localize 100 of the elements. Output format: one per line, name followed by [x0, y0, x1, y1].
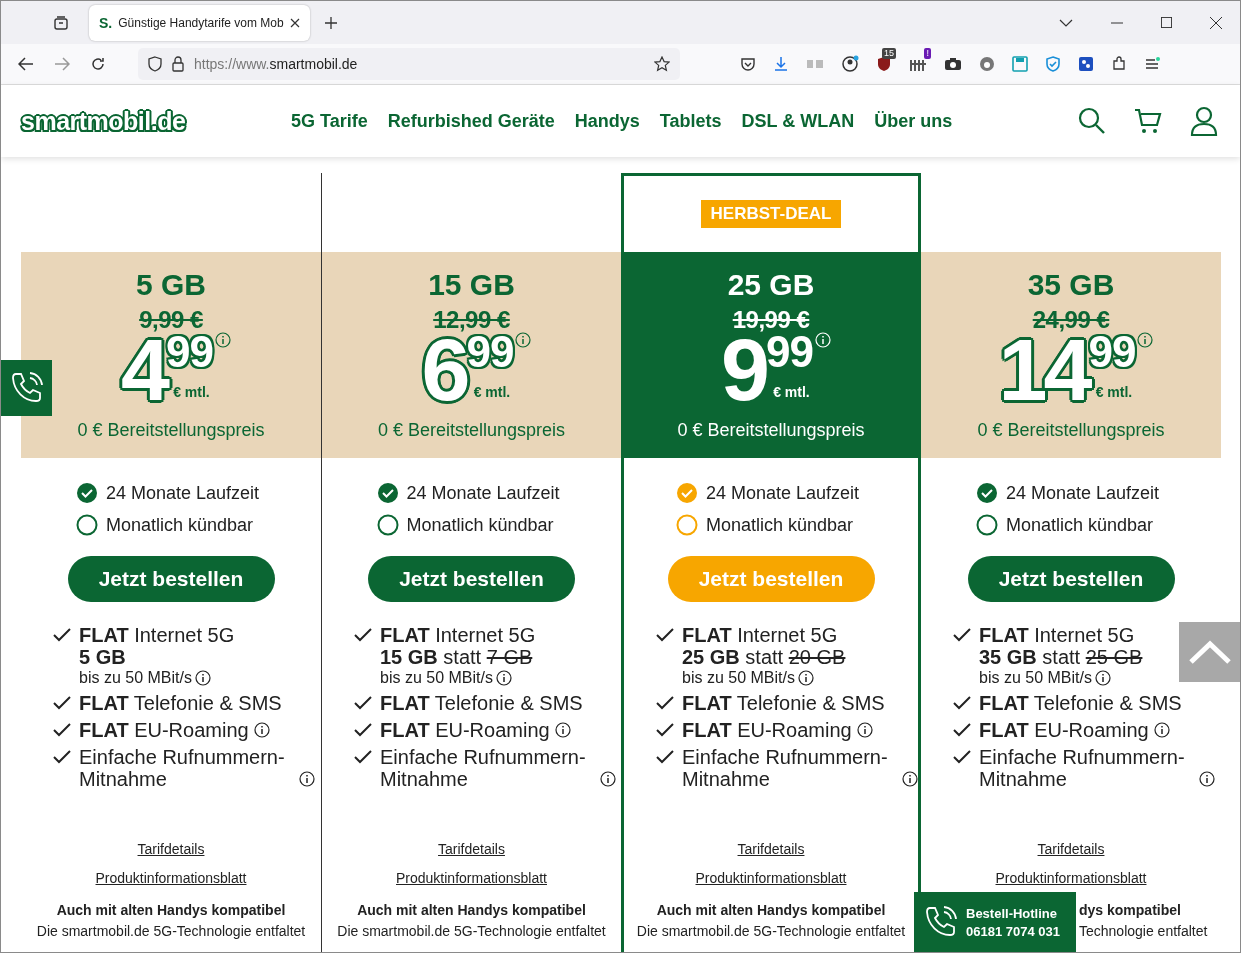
feature-text: FLAT EU-Roaming [682, 719, 852, 741]
order-button[interactable]: Jetzt bestellen [368, 556, 575, 602]
speed-text: bis zu 50 MBit/s [979, 669, 1092, 687]
download-icon[interactable] [773, 56, 789, 72]
info-icon[interactable] [299, 771, 315, 787]
user-icon[interactable] [1190, 106, 1218, 136]
document-link[interactable]: Tarifdetails [737, 841, 805, 857]
order-button[interactable]: Jetzt bestellen [67, 556, 275, 602]
forward-icon[interactable] [54, 57, 70, 71]
reload-icon[interactable] [90, 56, 106, 72]
site-logo[interactable]: smartmobil.de [21, 106, 291, 136]
nav-link[interactable]: Refurbished Geräte [387, 110, 555, 132]
document-link[interactable]: Tarifdetails [1037, 841, 1105, 857]
chevron-down-icon[interactable] [1059, 18, 1073, 27]
radio-button[interactable] [376, 482, 399, 504]
radio-button[interactable] [676, 514, 698, 536]
radio-button[interactable] [676, 482, 698, 504]
feature-text: FLAT Internet 5G [380, 624, 536, 646]
data-volume: 35 GB [1027, 268, 1115, 302]
feature-text: FLAT Internet 5G [979, 624, 1136, 646]
shield-icon[interactable] [148, 56, 162, 72]
check-icon [656, 696, 674, 710]
account-icon[interactable] [841, 55, 859, 73]
circle-extension-icon[interactable] [979, 56, 995, 72]
info-icon[interactable] [797, 670, 814, 686]
star-icon[interactable] [654, 56, 670, 72]
nav-link[interactable]: Über uns [874, 110, 953, 132]
browser-tab[interactable]: S. Günstige Handytarife vom Mob [89, 4, 310, 41]
cart-icon[interactable] [1134, 108, 1162, 134]
nav-link[interactable]: 5G Tarife [291, 110, 368, 132]
menu-icon[interactable] [1144, 56, 1160, 72]
nav-link[interactable]: Handys [574, 110, 640, 132]
info-icon[interactable] [495, 670, 512, 686]
info-icon[interactable] [600, 771, 616, 787]
document-link[interactable]: Produktinformationsblatt [396, 870, 547, 886]
tab-title: Günstige Handytarife vom Mob [118, 15, 284, 30]
check-icon [354, 628, 372, 642]
close-window-icon[interactable] [1210, 16, 1222, 29]
info-icon[interactable] [1153, 722, 1170, 738]
hotline-number: 06181 7074 031 [966, 923, 1060, 939]
document-link[interactable]: Produktinformationsblatt [995, 870, 1147, 886]
feature-volume: 5 GB [79, 646, 127, 669]
info-icon[interactable] [902, 771, 918, 787]
camera-icon[interactable] [944, 57, 962, 71]
compatibility-heading: Auch mit alten Handys kompatibel [656, 902, 886, 918]
price-unit: € mtl. [473, 384, 511, 400]
document-link[interactable]: Produktinformationsblatt [95, 870, 247, 886]
new-tab-icon[interactable] [323, 15, 338, 30]
info-icon[interactable] [856, 722, 873, 738]
close-icon[interactable] [289, 17, 300, 28]
check-icon [354, 723, 372, 737]
feature-text: FLAT EU-Roaming [79, 719, 249, 741]
radio-button[interactable] [976, 514, 998, 536]
info-icon[interactable] [1199, 771, 1215, 787]
minimize-icon[interactable] [1111, 21, 1123, 24]
info-icon[interactable] [1094, 670, 1111, 686]
search-icon[interactable] [1078, 107, 1106, 135]
info-icon[interactable] [194, 670, 211, 686]
document-link[interactable]: Tarifdetails [438, 841, 505, 857]
extensions-icon[interactable] [1111, 56, 1127, 72]
shield-extension-icon[interactable] [876, 56, 892, 72]
info-icon[interactable] [253, 722, 270, 738]
radio-button[interactable] [76, 482, 98, 504]
maximize-icon[interactable] [1161, 17, 1172, 28]
lock-icon [172, 56, 184, 72]
radio-button[interactable] [976, 482, 998, 504]
radio-button[interactable] [76, 514, 98, 536]
feature-text: Einfache Rufnummern-Mitnahme [979, 746, 1186, 790]
data-volume: 15 GB [428, 268, 515, 302]
tab-list-icon[interactable] [53, 14, 69, 31]
check-icon [53, 696, 71, 710]
check-icon [656, 750, 674, 764]
data-volume: 25 GB [727, 268, 815, 302]
info-icon[interactable] [554, 722, 571, 738]
feature-text: FLAT Telefonie & SMS [79, 692, 282, 714]
setup-fee: 0 € Bereitstellungspreis [677, 420, 865, 441]
favicon-icon: S. [99, 14, 113, 31]
check-icon [953, 696, 971, 710]
compatibility-heading: Auch mit alten Handys kompatibel [357, 902, 586, 918]
nav-link[interactable]: Tablets [659, 110, 722, 132]
document-link[interactable]: Tarifdetails [137, 841, 205, 857]
price-unit: € mtl. [773, 384, 810, 400]
phone-icon [924, 905, 958, 939]
compatibility-text: Die smartmobil.de 5G-Technologie entfaltet [636, 923, 906, 939]
call-button[interactable] [1, 360, 52, 416]
radio-button[interactable] [376, 514, 399, 536]
document-link[interactable]: Produktinformationsblatt [695, 870, 847, 886]
option-label: Monatlich kündbar [1006, 514, 1154, 536]
hotline-button[interactable]: Bestell-Hotline 06181 7074 031 [914, 892, 1076, 952]
nav-link[interactable]: DSL & WLAN [741, 110, 855, 132]
shield-check-icon[interactable] [1045, 56, 1061, 72]
back-icon[interactable] [18, 57, 34, 71]
compatibility-text: Die smartmobil.de 5G-Technologie entfaltet [337, 923, 606, 939]
save-icon[interactable] [1012, 56, 1028, 72]
puzzle-tile-icon[interactable] [1078, 56, 1094, 72]
address-bar[interactable]: https://www.smartmobil.de [138, 48, 680, 80]
order-button[interactable]: Jetzt bestellen [967, 556, 1175, 602]
price-unit: € mtl. [173, 384, 210, 400]
pocket-icon[interactable] [740, 56, 756, 72]
price-unit: € mtl. [1095, 384, 1133, 400]
